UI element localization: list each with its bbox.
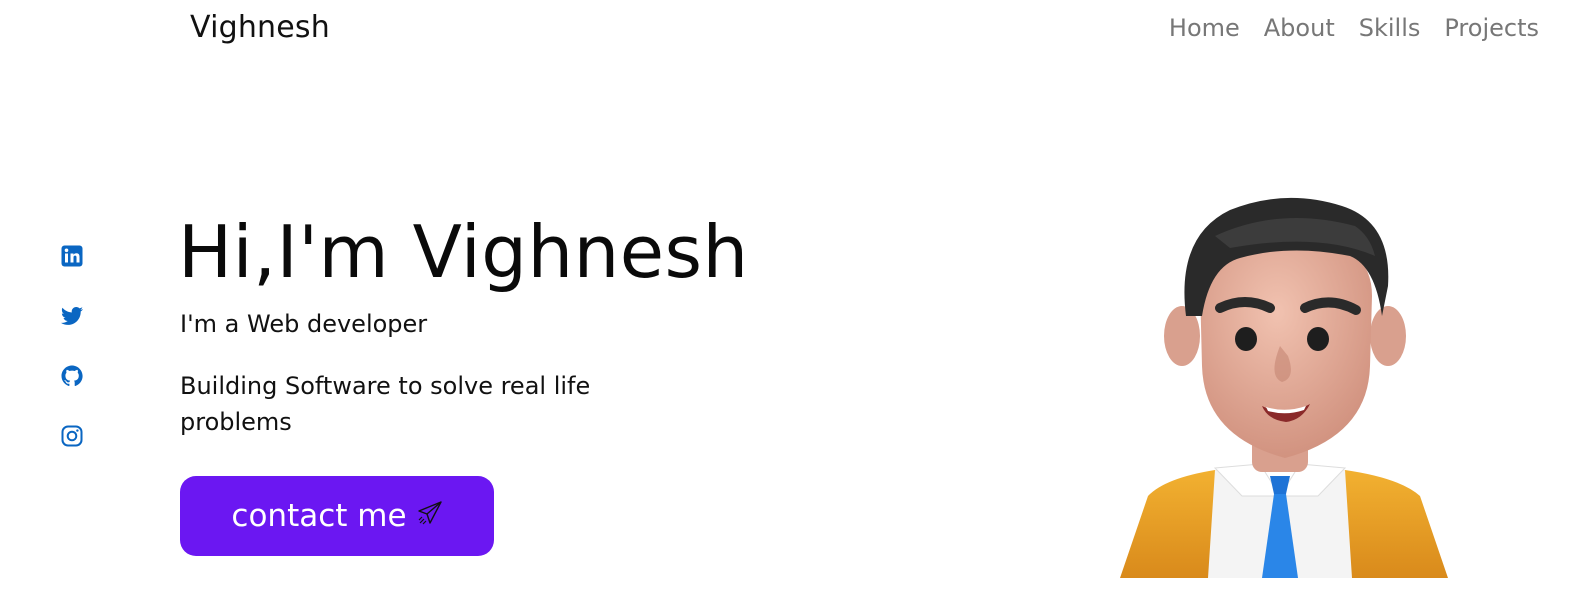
contact-me-button[interactable]: contact me <box>180 476 494 556</box>
hero-tagline: Building Software to solve real life pro… <box>180 372 591 436</box>
nav-home[interactable]: Home <box>1169 14 1240 42</box>
nav-skills[interactable]: Skills <box>1359 14 1421 42</box>
nav-about[interactable]: About <box>1264 14 1335 42</box>
github-icon[interactable] <box>60 364 84 388</box>
twitter-icon[interactable] <box>60 304 84 328</box>
hero-title: Hi,I'm Vighnesh <box>178 210 749 294</box>
contact-me-label: contact me <box>231 498 407 534</box>
instagram-icon[interactable] <box>60 424 84 448</box>
social-links <box>60 244 84 448</box>
brand-logo[interactable]: Vighnesh <box>190 10 330 45</box>
paper-plane-icon <box>417 498 443 534</box>
main-nav: Home About Skills Projects <box>1169 14 1539 42</box>
hero-subtitle: I'm a Web developer <box>180 310 428 338</box>
linkedin-icon[interactable] <box>60 244 84 268</box>
developer-avatar <box>1120 196 1450 578</box>
nav-projects[interactable]: Projects <box>1444 14 1539 42</box>
